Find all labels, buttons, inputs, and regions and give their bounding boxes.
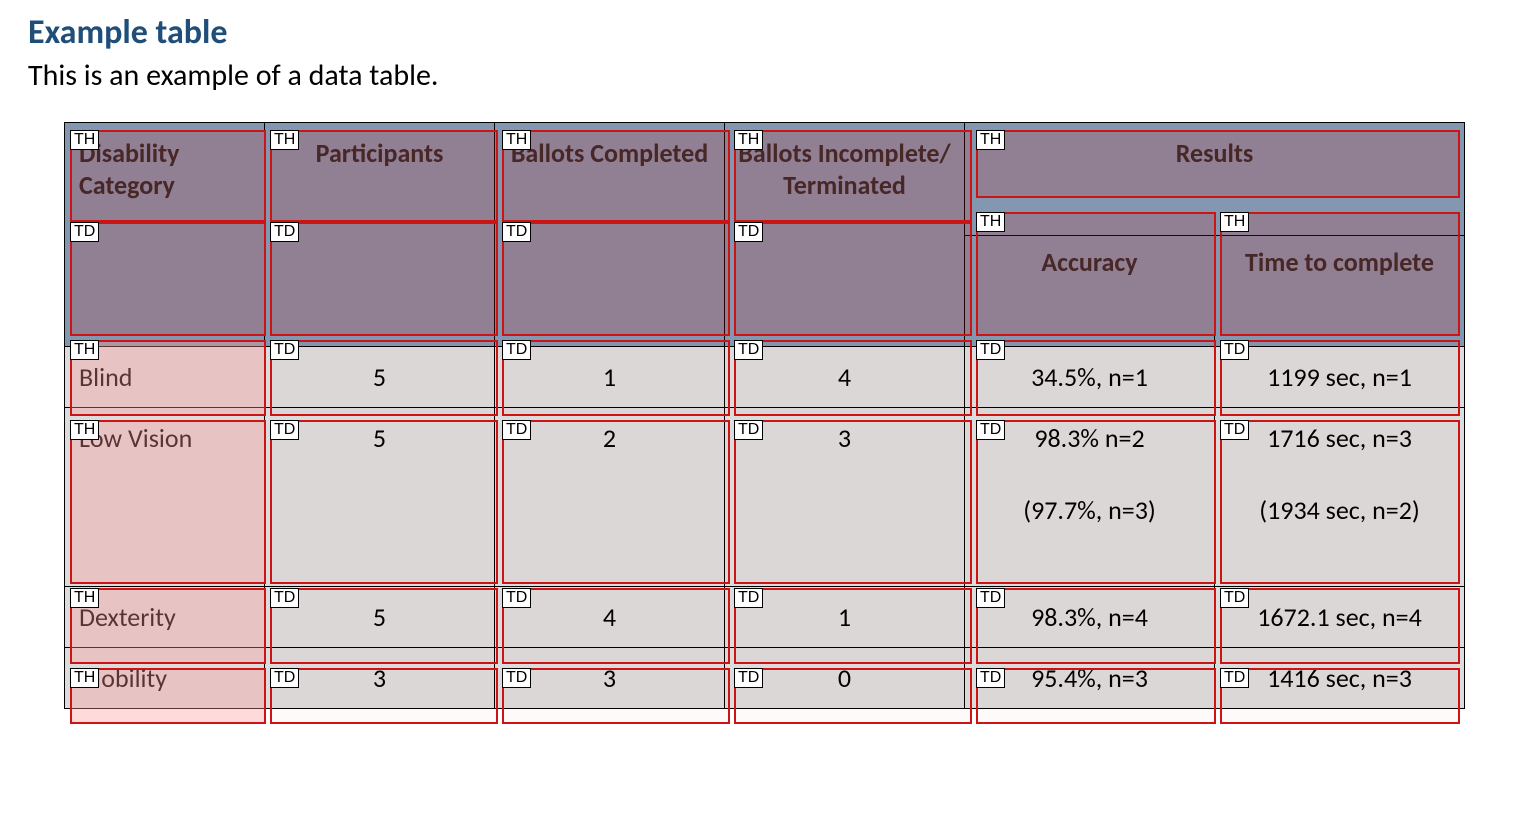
table-cell: 98.3% n=2(97.7%, n=3) bbox=[965, 408, 1215, 587]
table-cell: 1416 sec, n=3 bbox=[1215, 648, 1465, 709]
table-cell: 4 bbox=[725, 347, 965, 408]
table-cell: 0 bbox=[725, 648, 965, 709]
table-row: Mobility 3 3 0 95.4%, n=3 1416 sec, n=3 bbox=[65, 648, 1465, 709]
row-header: Blind bbox=[65, 347, 265, 408]
th-results-group: Results bbox=[965, 123, 1465, 236]
row-header: Low Vision bbox=[65, 408, 265, 587]
section-caption: This is an example of a data table. bbox=[28, 57, 1512, 94]
th-time: Time to complete bbox=[1215, 236, 1465, 347]
table-cell: 34.5%, n=1 bbox=[965, 347, 1215, 408]
table-cell: 1672.1 sec, n=4 bbox=[1215, 587, 1465, 648]
table-cell: 1 bbox=[725, 587, 965, 648]
table-cell: 1 bbox=[495, 347, 725, 408]
th-accuracy: Accuracy bbox=[965, 236, 1215, 347]
table-cell: 5 bbox=[265, 587, 495, 648]
row-header: Dexterity bbox=[65, 587, 265, 648]
table-cell: 3 bbox=[265, 648, 495, 709]
table-cell: 5 bbox=[265, 347, 495, 408]
th-ballots-completed: Ballots Completed bbox=[495, 123, 725, 347]
data-table: Disability Category Participants Ballots… bbox=[64, 122, 1465, 709]
table-cell: 95.4%, n=3 bbox=[965, 648, 1215, 709]
table-cell: 1716 sec, n=3(1934 sec, n=2) bbox=[1215, 408, 1465, 587]
table-cell: 3 bbox=[725, 408, 965, 587]
section-heading: Example table bbox=[28, 12, 1512, 53]
table-cell: 2 bbox=[495, 408, 725, 587]
table-row: Low Vision 5 2 3 98.3% n=2(97.7%, n=3) 1… bbox=[65, 408, 1465, 587]
table-container: Disability Category Participants Ballots… bbox=[64, 122, 1464, 709]
table-row: Blind 5 1 4 34.5%, n=1 1199 sec, n=1 bbox=[65, 347, 1465, 408]
table-row: Dexterity 5 4 1 98.3%, n=4 1672.1 sec, n… bbox=[65, 587, 1465, 648]
th-ballots-incomplete: Ballots Incomplete/ Terminated bbox=[725, 123, 965, 347]
table-cell: 1199 sec, n=1 bbox=[1215, 347, 1465, 408]
th-disability-category: Disability Category bbox=[65, 123, 265, 347]
row-header: Mobility bbox=[65, 648, 265, 709]
table-cell: 5 bbox=[265, 408, 495, 587]
table-cell: 4 bbox=[495, 587, 725, 648]
th-participants: Participants bbox=[265, 123, 495, 347]
document-page: Example table This is an example of a da… bbox=[0, 0, 1540, 769]
table-cell: 3 bbox=[495, 648, 725, 709]
table-cell: 98.3%, n=4 bbox=[965, 587, 1215, 648]
